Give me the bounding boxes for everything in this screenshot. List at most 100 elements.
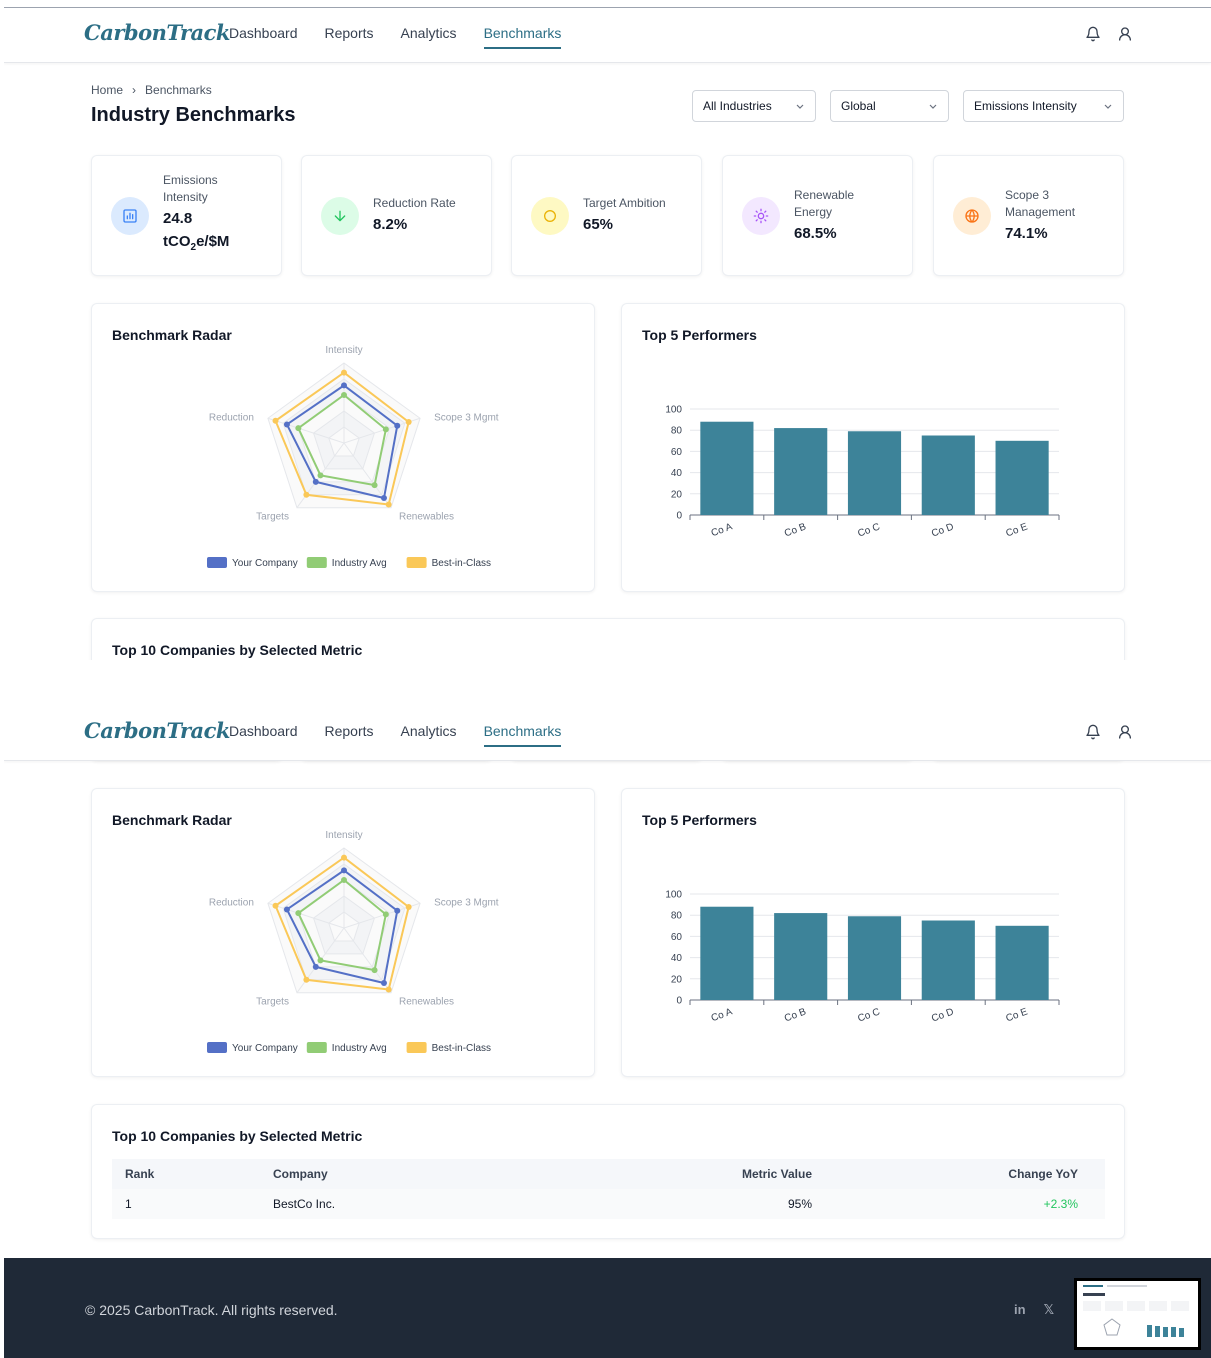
cell-rank: 1 bbox=[125, 1197, 132, 1211]
companies-table: Rank Company Metric Value Change YoY 1 B… bbox=[112, 1159, 1105, 1219]
nav-reports[interactable]: Reports bbox=[325, 723, 374, 747]
region-select-value: Global bbox=[841, 99, 876, 113]
breadcrumb-current: Benchmarks bbox=[145, 83, 212, 97]
y-tick-label: 0 bbox=[676, 996, 682, 1007]
kpi-text: Emissions Intensity 24.8 tCO2e/$M bbox=[163, 156, 263, 275]
bar bbox=[774, 428, 828, 515]
nav-benchmarks[interactable]: Benchmarks bbox=[483, 25, 562, 49]
chevron-down-icon bbox=[929, 104, 937, 109]
radar-point bbox=[380, 495, 387, 502]
kpi-label: Target Ambition bbox=[583, 196, 666, 210]
radar-axis-label: Targets bbox=[256, 512, 289, 523]
header-rank[interactable]: Rank bbox=[112, 1167, 273, 1181]
nav-analytics[interactable]: Analytics bbox=[401, 723, 457, 747]
y-tick-label: 80 bbox=[671, 426, 683, 437]
filter-bar: All Industries Global Emissions Intensit… bbox=[692, 90, 1124, 122]
nav-analytics[interactable]: Analytics bbox=[401, 25, 457, 49]
table-row[interactable]: 1 BestCo Inc. 95% +2.3% bbox=[112, 1189, 1105, 1219]
bar bbox=[995, 440, 1049, 515]
legend-swatch bbox=[306, 557, 327, 568]
radar-point bbox=[283, 906, 290, 913]
kpi-icon-wrap bbox=[953, 197, 991, 235]
footer-copyright: © 2025 CarbonTrack. All rights reserved. bbox=[85, 1302, 338, 1318]
radar-point bbox=[371, 482, 378, 489]
radar-point bbox=[341, 867, 347, 874]
region-select[interactable]: Global bbox=[830, 90, 949, 122]
radar-axis-label: Scope 3 Mgmt bbox=[434, 897, 499, 908]
industry-select[interactable]: All Industries bbox=[692, 90, 816, 122]
kpi-icon-wrap bbox=[531, 197, 569, 235]
radar-point bbox=[272, 902, 279, 909]
bar-chart: 0 20 40 60 80 100 Co A Co B Co C Co D Co E bbox=[665, 890, 1060, 1025]
bar-chart: 0 20 40 60 80 100 Co A Co B Co C Co D Co E bbox=[665, 405, 1060, 540]
radar-point bbox=[312, 478, 319, 485]
kpi-label: Reduction Rate bbox=[373, 196, 456, 210]
x-twitter-icon[interactable]: 𝕏 bbox=[1044, 1302, 1054, 1318]
kpi-value: 65% bbox=[583, 216, 614, 233]
nav-dashboard[interactable]: Dashboard bbox=[229, 723, 298, 747]
top-companies-card: Top 10 Companies by Selected Metric bbox=[91, 618, 1125, 660]
legend-label: Your Company bbox=[232, 558, 298, 569]
bar bbox=[921, 920, 975, 1000]
kpi-unit-prefix: tCO bbox=[163, 233, 191, 250]
nav-dashboard[interactable]: Dashboard bbox=[229, 25, 298, 49]
nav-benchmarks[interactable]: Benchmarks bbox=[483, 723, 562, 747]
x-tick-label: Co E bbox=[1004, 521, 1029, 539]
y-tick-label: 80 bbox=[671, 911, 683, 922]
legend-swatch bbox=[306, 1042, 327, 1053]
breadcrumb-home[interactable]: Home bbox=[91, 83, 123, 97]
bell-icon[interactable] bbox=[1085, 26, 1101, 42]
legend-swatch bbox=[406, 1042, 427, 1053]
radar-point bbox=[405, 903, 412, 910]
radar-point bbox=[394, 422, 401, 429]
legend-swatch bbox=[406, 557, 427, 568]
radar-point bbox=[385, 986, 392, 993]
industry-select-value: All Industries bbox=[703, 99, 772, 113]
radar-point bbox=[405, 418, 412, 425]
legend-label: Best-in-Class bbox=[432, 1043, 491, 1054]
x-tick-label: Co A bbox=[710, 1006, 734, 1024]
x-tick-label: Co D bbox=[930, 1006, 955, 1024]
radar-point bbox=[317, 472, 324, 479]
kpi-icon-wrap bbox=[321, 197, 359, 235]
radar-point bbox=[371, 967, 378, 974]
nav-reports[interactable]: Reports bbox=[325, 25, 374, 49]
header-metric-value[interactable]: Metric Value bbox=[583, 1167, 812, 1181]
top-companies-card: Top 10 Companies by Selected Metric Rank… bbox=[91, 1104, 1125, 1239]
top-navbar: CarbonTrack Dashboard Reports Analytics … bbox=[4, 706, 1211, 761]
radar-axis-label: Scope 3 Mgmt bbox=[434, 412, 499, 423]
bell-icon[interactable] bbox=[1085, 724, 1101, 740]
logo[interactable]: CarbonTrack bbox=[84, 718, 230, 743]
target-circle-icon bbox=[544, 210, 556, 222]
linkedin-icon[interactable]: in bbox=[1014, 1302, 1026, 1318]
kpi-renewable-energy: Renewable Energy 68.5% bbox=[722, 155, 913, 276]
logo[interactable]: CarbonTrack bbox=[84, 20, 230, 45]
y-tick-label: 20 bbox=[671, 974, 683, 985]
radar-point bbox=[341, 392, 347, 398]
bar-card: Top 5 Performers 0 20 40 60 80 100 Co A Co B Co … bbox=[621, 303, 1125, 592]
kpi-unit-suffix: e/$M bbox=[196, 233, 230, 250]
bar bbox=[700, 421, 754, 515]
metric-select[interactable]: Emissions Intensity bbox=[963, 90, 1124, 122]
x-tick-label: Co B bbox=[783, 1006, 808, 1024]
radar-point bbox=[312, 963, 319, 970]
radar-point bbox=[303, 976, 310, 983]
y-tick-label: 0 bbox=[676, 511, 682, 522]
header-company[interactable]: Company bbox=[273, 1167, 583, 1181]
kpi-value: 68.5% bbox=[794, 224, 837, 242]
user-icon[interactable] bbox=[1117, 26, 1133, 42]
header-change-yoy[interactable]: Change YoY bbox=[812, 1167, 1092, 1181]
page-minimap[interactable] bbox=[1074, 1278, 1201, 1350]
x-tick-label: Co E bbox=[1004, 1006, 1029, 1024]
x-tick-label: Co B bbox=[783, 521, 808, 539]
sun-icon bbox=[753, 208, 769, 224]
footer: © 2025 CarbonTrack. All rights reserved.… bbox=[4, 1258, 1211, 1358]
legend-label: Industry Avg bbox=[332, 1043, 387, 1054]
kpi-text: Scope 3 Management 74.1% bbox=[1005, 156, 1105, 275]
radar-axis-label: Reduction bbox=[209, 412, 254, 423]
metric-select-value: Emissions Intensity bbox=[974, 99, 1077, 113]
user-icon[interactable] bbox=[1117, 724, 1133, 740]
page-title: Industry Benchmarks bbox=[91, 104, 296, 126]
y-tick-label: 100 bbox=[665, 405, 682, 416]
nav-actions bbox=[1085, 724, 1133, 740]
